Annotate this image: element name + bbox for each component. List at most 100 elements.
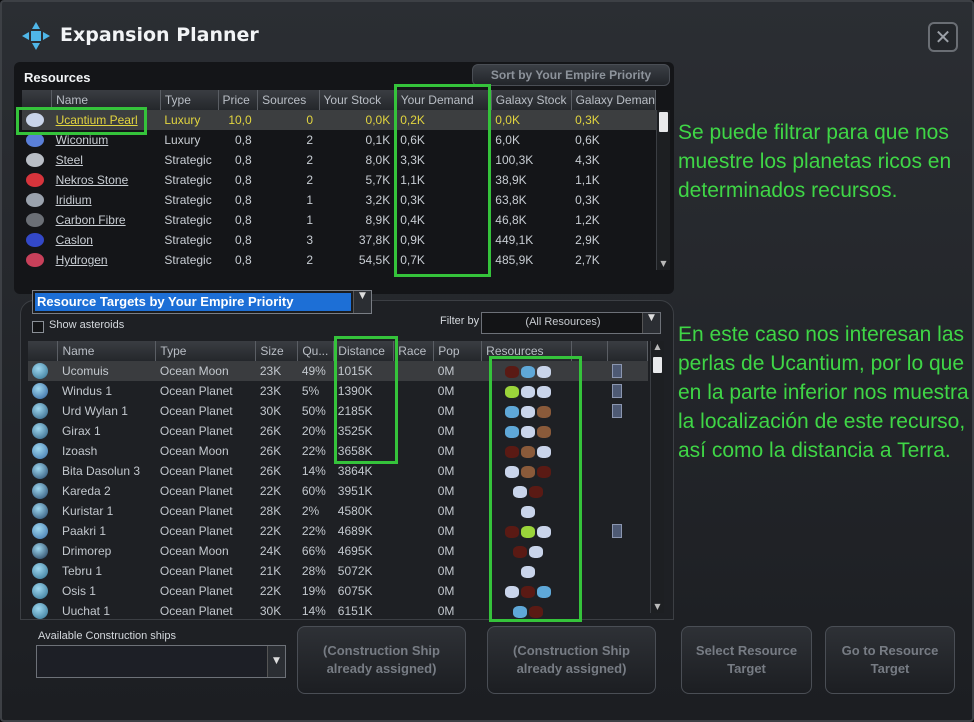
resource-sources: 2 [306,133,313,147]
close-icon[interactable]: ✕ [935,25,952,49]
highlight-demand-column [394,84,491,277]
resource-icon-cell [22,190,52,210]
planet-flag-cell [608,381,648,401]
resource-galaxy-demand: 1,2K [575,213,600,227]
resource-name[interactable]: Steel [52,150,161,170]
resource-galaxy-demand: 0,3K [571,110,656,130]
resource-row[interactable]: Caslon Strategic 0,8 3 37,8K 0,9K 449,1K 2,9K [22,230,656,250]
targets-col-header[interactable]: Race [393,341,435,361]
resources-col-header[interactable]: Price [218,90,259,110]
planet-type: Ocean Planet [159,564,233,578]
resource-stock: 5,7K [365,173,391,187]
planet-icon-cell [28,421,58,441]
planet-quality: 19% [301,584,326,598]
resource-row[interactable]: Carbon Fibre Strategic 0,8 1 8,9K 0,4K 46,8K 1,… [22,210,656,230]
planet-name: Kareda 2 [61,484,111,498]
resource-icon-cell [22,230,52,250]
planet-race [394,381,434,401]
targets-col-header[interactable]: Qu... [297,341,335,361]
planet-name: Girax 1 [61,424,101,438]
construction-ship-button-2[interactable]: (Construction Ship already assigned) [487,626,656,694]
planet-flag-cell [608,581,648,601]
resource-price: 0,8 [234,213,252,227]
resources-col-header[interactable]: Galaxy Deman [571,90,657,110]
targets-col-header[interactable]: Type [155,341,257,361]
resource-name-link[interactable]: Wiconium [56,133,109,147]
planet-pop: 0M [437,604,455,618]
resources-col-header[interactable]: Your Stock [319,90,397,110]
planet-icon-cell [28,501,58,521]
resource-price: 0,8 [234,253,252,267]
scroll-down-icon[interactable]: ▼ [651,601,664,613]
resource-name-link[interactable]: Steel [56,153,83,167]
resource-stock: 37,8K [358,233,391,247]
targets-col-extra[interactable] [607,341,648,361]
planet-quality: 14% [301,604,326,618]
target-priority-value[interactable]: Resource Targets by Your Empire Priority [35,293,351,311]
resource-type: Strategic [164,173,212,187]
resource-icon [26,253,44,268]
scroll-up-icon[interactable]: ▲ [651,341,664,353]
planet-race [394,481,434,501]
scroll-down-icon[interactable]: ▼ [657,258,670,270]
planet-distance: 3864K [337,464,373,478]
resource-name-link[interactable]: Carbon Fibre [56,213,126,227]
resource-name[interactable]: Iridium [52,190,161,210]
construction-ship-button-1[interactable]: (Construction Ship already assigned) [297,626,466,694]
resources-scrollbar[interactable]: ▼ [656,110,670,270]
resource-name-link[interactable]: Iridium [56,193,92,207]
show-asteroids-checkbox[interactable] [32,321,44,333]
available-ships-dropdown[interactable]: ▼ [36,645,286,678]
targets-col-header[interactable]: Size [255,341,299,361]
planet-pop: 0M [433,361,482,381]
go-to-resource-target-button[interactable]: Go to Resource Target [825,626,955,694]
close-button[interactable]: ✕ [928,22,958,52]
resource-row[interactable]: Steel Strategic 0,8 2 8,0K 3,3K 100,3K 4,3K [22,150,656,170]
filter-value[interactable]: (All Resources) [482,316,644,328]
planet-icon [32,363,48,379]
resource-galaxy-stock: 485,9K [495,253,534,267]
resources-col-header[interactable]: Galaxy Stock [491,90,572,110]
sort-by-priority-button[interactable]: Sort by Your Empire Priority [472,64,670,86]
colony-ship-icon [611,384,622,399]
planet-icon [32,483,48,499]
planet-name: Tebru 1 [61,564,102,578]
planet-name: Kuristar 1 [61,504,114,518]
planet-icon-cell [28,521,58,541]
annotation-ucantium: En este caso nos interesan las perlas de… [678,323,969,462]
resource-row[interactable]: Nekros Stone Strategic 0,8 2 5,7K 1,1K 38,9K 1,… [22,170,656,190]
targets-scroll-thumb[interactable] [653,357,662,373]
targets-col-header[interactable]: Pop [433,341,483,361]
window-title: Expansion Planner [60,24,259,46]
planet-type: Ocean Planet [159,404,233,418]
resource-name-link[interactable]: Hydrogen [56,253,108,267]
chevron-down-icon[interactable]: ▼ [353,291,371,313]
resources-col-header[interactable]: Type [160,90,219,110]
select-resource-target-button[interactable]: Select Resource Target [681,626,812,694]
filter-dropdown[interactable]: (All Resources) ▼ [481,312,661,334]
planet-type: Ocean Moon [155,361,256,381]
target-priority-dropdown[interactable]: Resource Targets by Your Empire Priority… [32,290,372,314]
resource-icon [26,173,44,188]
resource-name[interactable]: Carbon Fibre [52,210,161,230]
planet-race [394,521,434,541]
chevron-down-icon[interactable]: ▼ [642,313,660,333]
chevron-down-icon[interactable]: ▼ [267,646,285,677]
resource-row[interactable]: Iridium Strategic 0,8 1 3,2K 0,3K 63,8K 0,3K [22,190,656,210]
planet-size: 26K [259,444,282,458]
resource-name-link[interactable]: Caslon [56,233,93,247]
planet-icon-cell [28,561,58,581]
resources-scroll-thumb[interactable] [659,112,668,132]
planet-name: Bita Dasolun 3 [61,464,141,478]
resources-col-header[interactable]: Sources [257,90,320,110]
resource-stock: 3,2K [365,193,391,207]
resource-name[interactable]: Nekros Stone [52,170,161,190]
targets-col-icon[interactable] [28,341,59,361]
targets-col-header[interactable]: Name [57,341,157,361]
resource-row[interactable]: Hydrogen Strategic 0,8 2 54,5K 0,7K 485,9K 2,7K [22,250,656,270]
targets-scrollbar[interactable]: ▲ ▼ [650,341,664,613]
resource-name-link[interactable]: Nekros Stone [56,173,129,187]
planet-race [394,461,434,481]
resource-name[interactable]: Caslon [52,230,161,250]
resource-name[interactable]: Hydrogen [52,250,161,270]
